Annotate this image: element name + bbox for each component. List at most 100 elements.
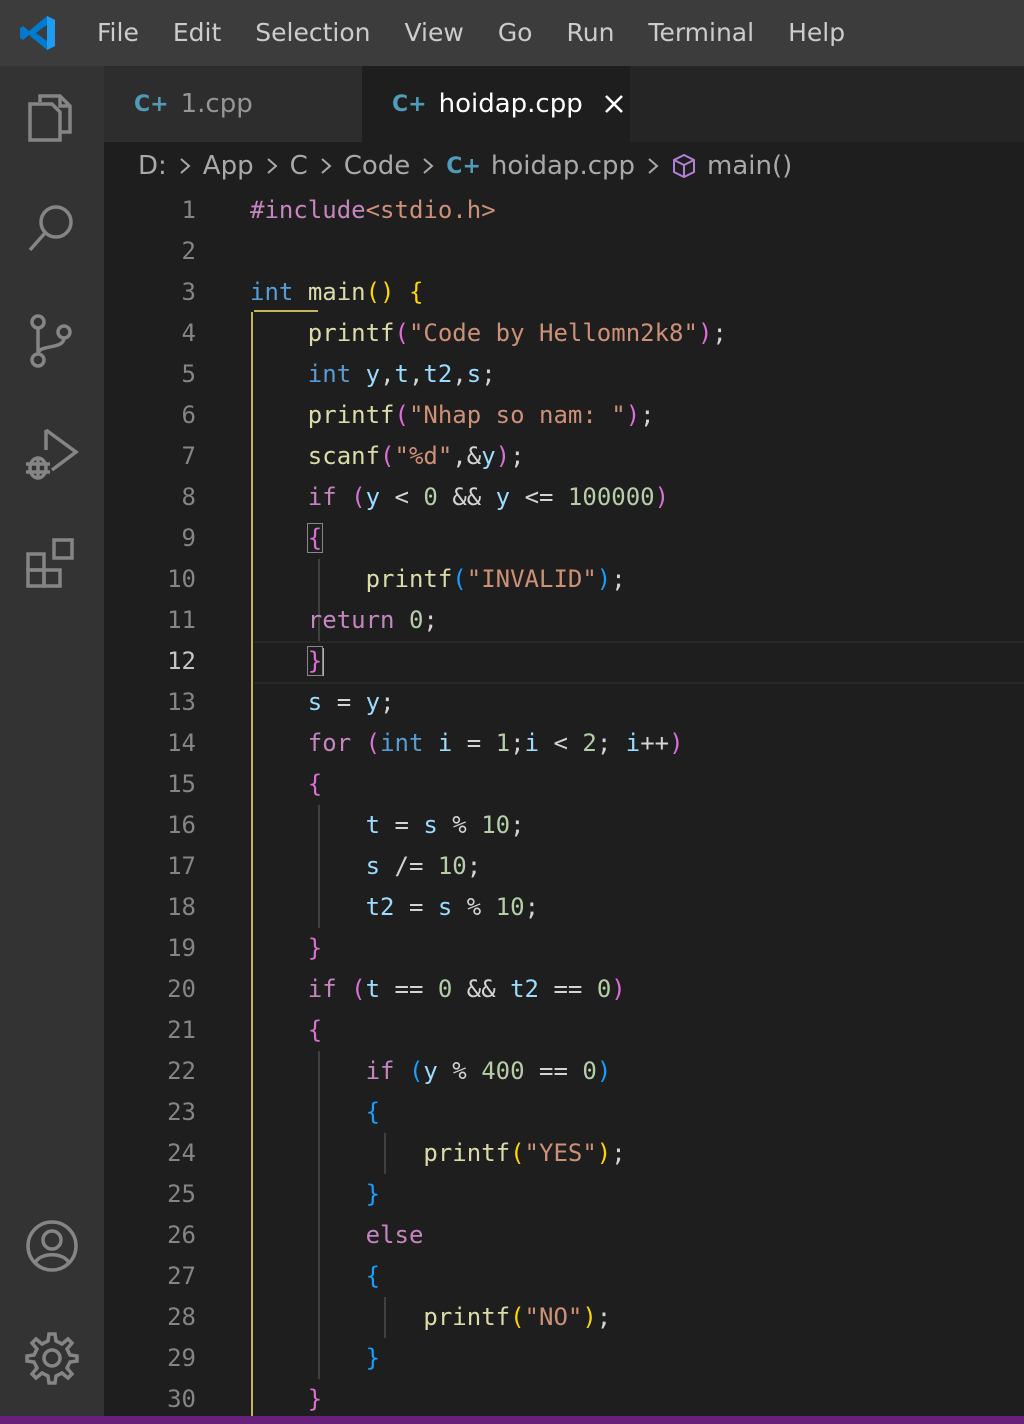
code-line[interactable]: 5 int y,t,t2,s; (104, 354, 1024, 395)
code-line[interactable]: 17 s /= 10; (104, 846, 1024, 887)
account-icon[interactable] (22, 1216, 82, 1276)
code-text: } (365, 1344, 381, 1372)
tab-label: hoidap.cpp (438, 89, 583, 119)
line-number: 1 (181, 196, 196, 224)
code-line[interactable]: 4 printf("Code by Hellomn2k8"); (104, 313, 1024, 354)
menu-bar: File Edit Selection View Go Run Terminal… (0, 0, 1024, 66)
code-text: { (365, 1098, 381, 1126)
chevron-right-icon (423, 158, 434, 174)
code-text: scanf("%d",&y); (307, 442, 525, 470)
code-line[interactable]: 13 s = y; (104, 682, 1024, 723)
line-number: 14 (167, 729, 196, 757)
code-editor[interactable]: 1 #include<stdio.h> 2 3 int main() { 4 pri… (104, 190, 1024, 1416)
close-icon[interactable] (603, 93, 625, 115)
code-line[interactable]: 24 printf("YES"); (104, 1133, 1024, 1174)
code-text: } (365, 1180, 381, 1208)
cpp-file-icon: C+ (134, 91, 169, 117)
status-bar-edge (0, 1416, 1024, 1424)
code-text: printf("INVALID"); (365, 565, 626, 593)
menu-go[interactable]: Go (481, 0, 550, 66)
search-icon[interactable] (22, 198, 82, 258)
line-number: 19 (167, 934, 196, 962)
line-number: 29 (167, 1344, 196, 1372)
code-line[interactable]: 27 { (104, 1256, 1024, 1297)
code-line[interactable]: 14 for (int i = 1;i < 2; i++) (104, 723, 1024, 764)
menu-file[interactable]: File (80, 0, 156, 66)
line-number: 20 (167, 975, 196, 1003)
code-text: } (307, 934, 323, 962)
code-line[interactable]: 11 return 0; (104, 600, 1024, 641)
menu-view[interactable]: View (387, 0, 480, 66)
code-line[interactable]: 25 } (104, 1174, 1024, 1215)
code-text: s /= 10; (365, 852, 482, 880)
menu-terminal[interactable]: Terminal (631, 0, 771, 66)
code-line[interactable]: 29 } (104, 1338, 1024, 1379)
line-number: 16 (167, 811, 196, 839)
code-text: t = s % 10; (365, 811, 525, 839)
line-number: 2 (181, 237, 196, 265)
menu-edit[interactable]: Edit (156, 0, 238, 66)
code-line[interactable]: 10 printf("INVALID"); (104, 559, 1024, 600)
code-text: { (307, 1016, 323, 1044)
breadcrumb-item-file[interactable]: hoidap.cpp (491, 151, 635, 181)
chevron-right-icon (180, 158, 191, 174)
code-line[interactable]: 21 { (104, 1010, 1024, 1051)
code-line-current[interactable]: 12 } (104, 641, 1024, 684)
line-number: 18 (167, 893, 196, 921)
tab-1-cpp[interactable]: C+ 1.cpp (104, 66, 362, 142)
code-text: int y,t,t2,s; (307, 360, 496, 388)
code-line[interactable]: 18 t2 = s % 10; (104, 887, 1024, 928)
code-line[interactable]: 6 printf("Nhap so nam: "); (104, 395, 1024, 436)
explorer-icon[interactable] (22, 86, 82, 146)
breadcrumb-item-symbol[interactable]: main() (707, 151, 792, 181)
settings-gear-icon[interactable] (22, 1328, 82, 1388)
code-line[interactable]: 28 printf("NO"); (104, 1297, 1024, 1338)
code-line[interactable]: 9 { (104, 518, 1024, 559)
menu-help[interactable]: Help (771, 0, 862, 66)
code-line[interactable]: 3 int main() { (104, 272, 1024, 313)
line-number: 7 (181, 442, 196, 470)
code-text: if (y % 400 == 0) (365, 1057, 612, 1085)
line-number: 5 (181, 360, 196, 388)
code-text: s = y; (307, 688, 395, 716)
tab-label: 1.cpp (180, 89, 253, 119)
code-line[interactable]: 8 if (y < 0 && y <= 100000) (104, 477, 1024, 518)
code-line[interactable]: 19 } (104, 928, 1024, 969)
extensions-icon[interactable] (22, 534, 82, 594)
line-number: 25 (167, 1180, 196, 1208)
line-number: 23 (167, 1098, 196, 1126)
code-text: int main() { (250, 278, 424, 306)
code-line[interactable]: 20 if (t == 0 && t2 == 0) (104, 969, 1024, 1010)
tab-bar: C+ 1.cpp C+ hoidap.cpp (104, 66, 1024, 142)
code-text: if (t == 0 && t2 == 0) (307, 975, 626, 1003)
code-line[interactable]: 16 t = s % 10; (104, 805, 1024, 846)
code-line[interactable]: 7 scanf("%d",&y); (104, 436, 1024, 477)
breadcrumb-item-code[interactable]: Code (344, 151, 411, 181)
line-number: 26 (167, 1221, 196, 1249)
code-text: printf("NO"); (423, 1303, 612, 1331)
code-line[interactable]: 2 (104, 231, 1024, 272)
line-number: 28 (167, 1303, 196, 1331)
code-line[interactable]: 23 { (104, 1092, 1024, 1133)
code-line[interactable]: 1 #include<stdio.h> (104, 190, 1024, 231)
run-debug-icon[interactable] (22, 422, 82, 482)
breadcrumb-item-drive[interactable]: D: (138, 151, 167, 181)
menu-run[interactable]: Run (549, 0, 631, 66)
chevron-right-icon (648, 158, 659, 174)
code-line[interactable]: 15 { (104, 764, 1024, 805)
line-number: 17 (167, 852, 196, 880)
breadcrumb-item-c[interactable]: C (290, 151, 308, 181)
menu-selection[interactable]: Selection (238, 0, 387, 66)
code-text: else (365, 1221, 424, 1249)
code-line[interactable]: 30 } (104, 1379, 1024, 1416)
vscode-logo-icon[interactable] (18, 13, 58, 53)
tab-hoidap-cpp[interactable]: C+ hoidap.cpp (362, 66, 630, 142)
breadcrumb-item-app[interactable]: App (203, 151, 254, 181)
code-text: printf("YES"); (423, 1139, 626, 1167)
code-line[interactable]: 26 else (104, 1215, 1024, 1256)
code-text: t2 = s % 10; (365, 893, 540, 921)
source-control-icon[interactable] (22, 310, 82, 370)
code-text: if (y < 0 && y <= 100000) (307, 483, 670, 511)
cpp-file-icon: C+ (392, 91, 427, 117)
code-line[interactable]: 22 if (y % 400 == 0) (104, 1051, 1024, 1092)
